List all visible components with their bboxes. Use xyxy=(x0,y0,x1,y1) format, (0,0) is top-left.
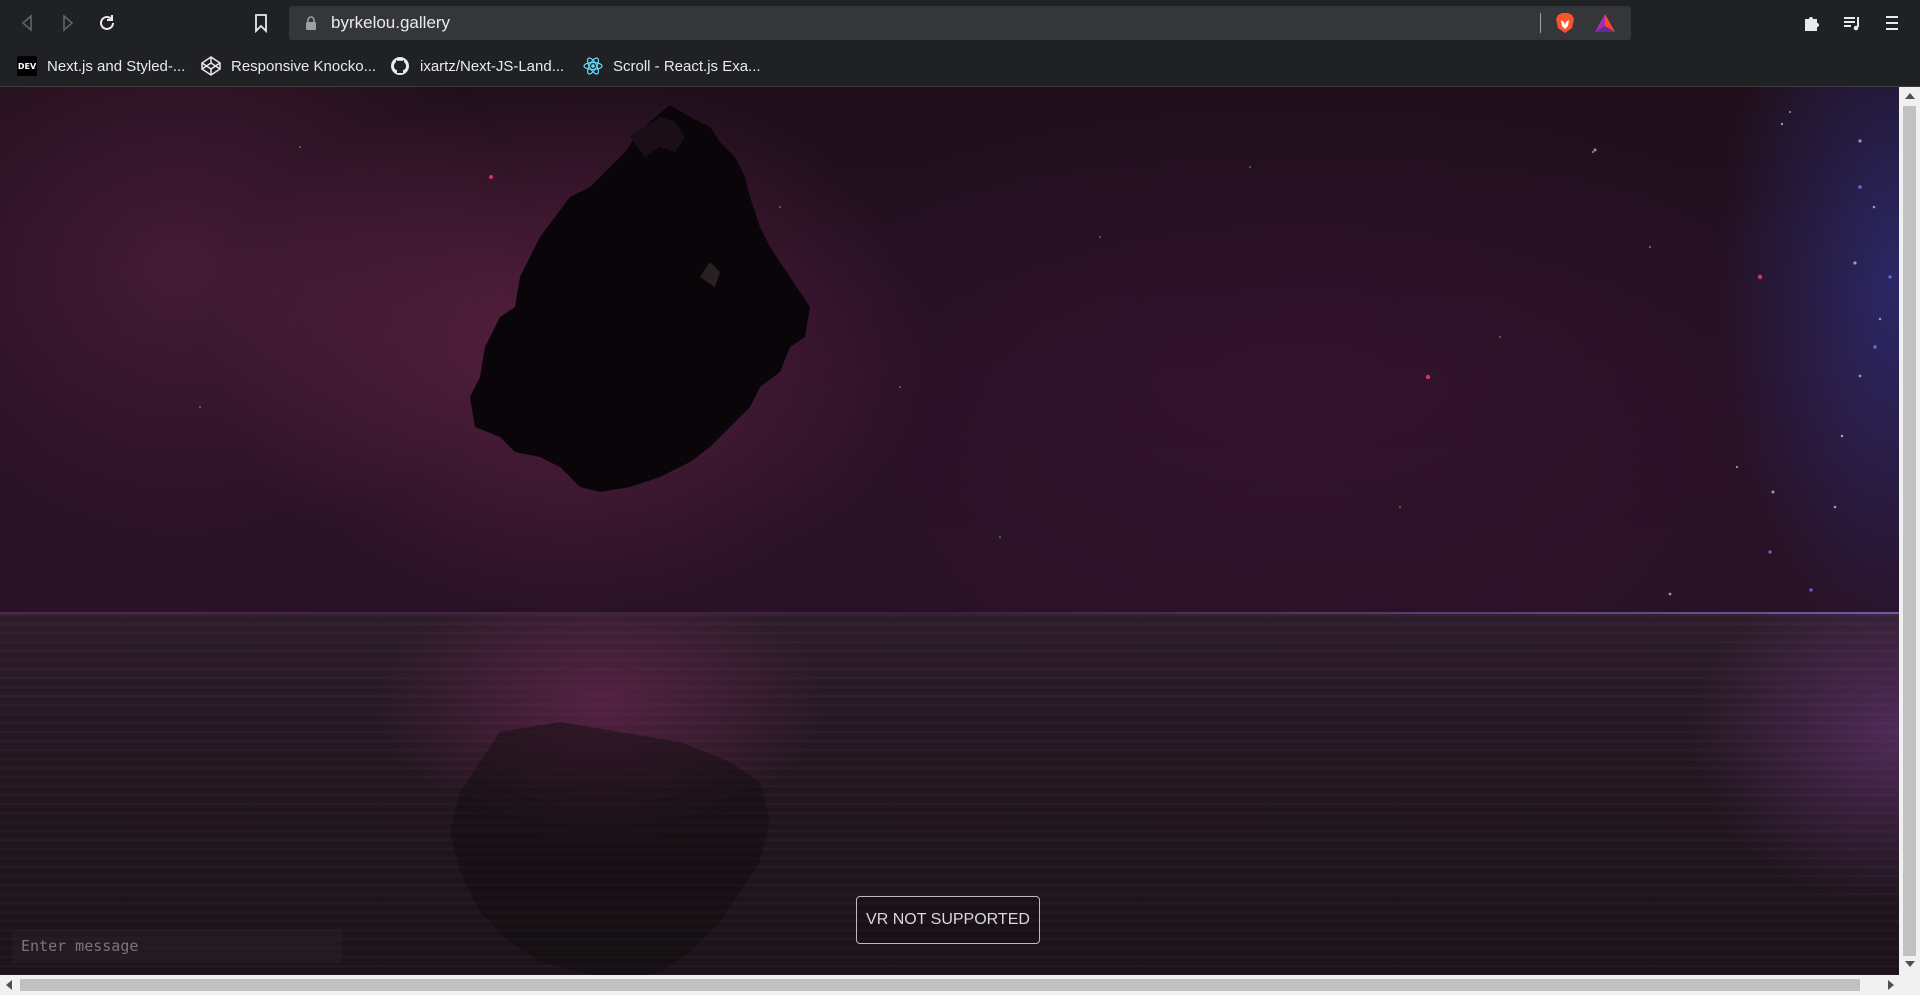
bookmark-label: Scroll - React.js Exa... xyxy=(613,57,761,75)
menu-button[interactable] xyxy=(1878,9,1906,37)
bookmark-item-scroll-react[interactable]: Scroll - React.js Exa... xyxy=(583,54,761,78)
lock-icon xyxy=(306,16,316,30)
puzzle-icon xyxy=(1805,17,1819,31)
vertical-scrollbar[interactable] xyxy=(1899,87,1920,975)
bookmark-item-nextjs-styled[interactable]: DEV Next.js and Styled-... xyxy=(17,54,185,78)
vr-not-supported-button[interactable]: VR NOT SUPPORTED xyxy=(856,896,1040,944)
playlist-icon xyxy=(1844,17,1859,31)
github-icon xyxy=(390,56,410,76)
scroll-down-icon[interactable] xyxy=(1905,961,1915,967)
chat-message-input[interactable] xyxy=(12,929,342,963)
island-reflection xyxy=(450,722,770,975)
forward-arrow-icon xyxy=(63,14,74,32)
webgl-scene[interactable]: VR NOT SUPPORTED xyxy=(0,87,1899,975)
dev-icon: DEV xyxy=(17,56,37,76)
bookmark-label: Next.js and Styled-... xyxy=(47,57,186,75)
url-text[interactable]: byrkelou.gallery xyxy=(331,13,450,33)
horizontal-scroll-thumb[interactable] xyxy=(20,979,1860,991)
menu-icon xyxy=(1886,16,1898,30)
floating-island-model xyxy=(470,105,810,492)
brave-lion-icon[interactable] xyxy=(1554,12,1576,34)
bat-triangle-icon[interactable] xyxy=(1594,13,1616,33)
vertical-scroll-thumb[interactable] xyxy=(1903,106,1916,956)
extensions-button[interactable] xyxy=(1798,9,1826,37)
playlist-button[interactable] xyxy=(1838,9,1866,37)
bookmark-item-responsive-knockout[interactable]: Responsive Knocko... xyxy=(201,54,376,78)
scroll-up-icon[interactable] xyxy=(1905,93,1915,99)
bookmark-label: ixartz/Next-JS-Land... xyxy=(420,57,565,75)
bookmark-button[interactable] xyxy=(247,9,275,37)
address-bar[interactable]: byrkelou.gallery xyxy=(289,6,1631,40)
forward-button[interactable] xyxy=(53,9,81,37)
back-button[interactable] xyxy=(14,9,42,37)
bookmark-icon xyxy=(255,14,267,33)
scroll-left-icon[interactable] xyxy=(6,980,12,990)
starfield xyxy=(199,111,1892,596)
reload-icon xyxy=(100,15,114,30)
back-arrow-icon xyxy=(21,14,32,32)
address-bar-divider xyxy=(1540,13,1541,33)
bookmark-label: Responsive Knocko... xyxy=(231,57,377,75)
react-icon xyxy=(583,56,603,76)
horizontal-scrollbar[interactable] xyxy=(0,975,1920,995)
browser-toolbar: byrkelou.gallery xyxy=(0,0,1920,46)
bookmark-item-ixartz-nextjs[interactable]: ixartz/Next-JS-Land... xyxy=(390,54,564,78)
scroll-right-icon[interactable] xyxy=(1888,980,1894,990)
codepen-icon xyxy=(201,56,221,76)
reload-button[interactable] xyxy=(93,9,121,37)
bookmarks-bar: DEV Next.js and Styled-... Responsive Kn… xyxy=(0,46,1920,87)
